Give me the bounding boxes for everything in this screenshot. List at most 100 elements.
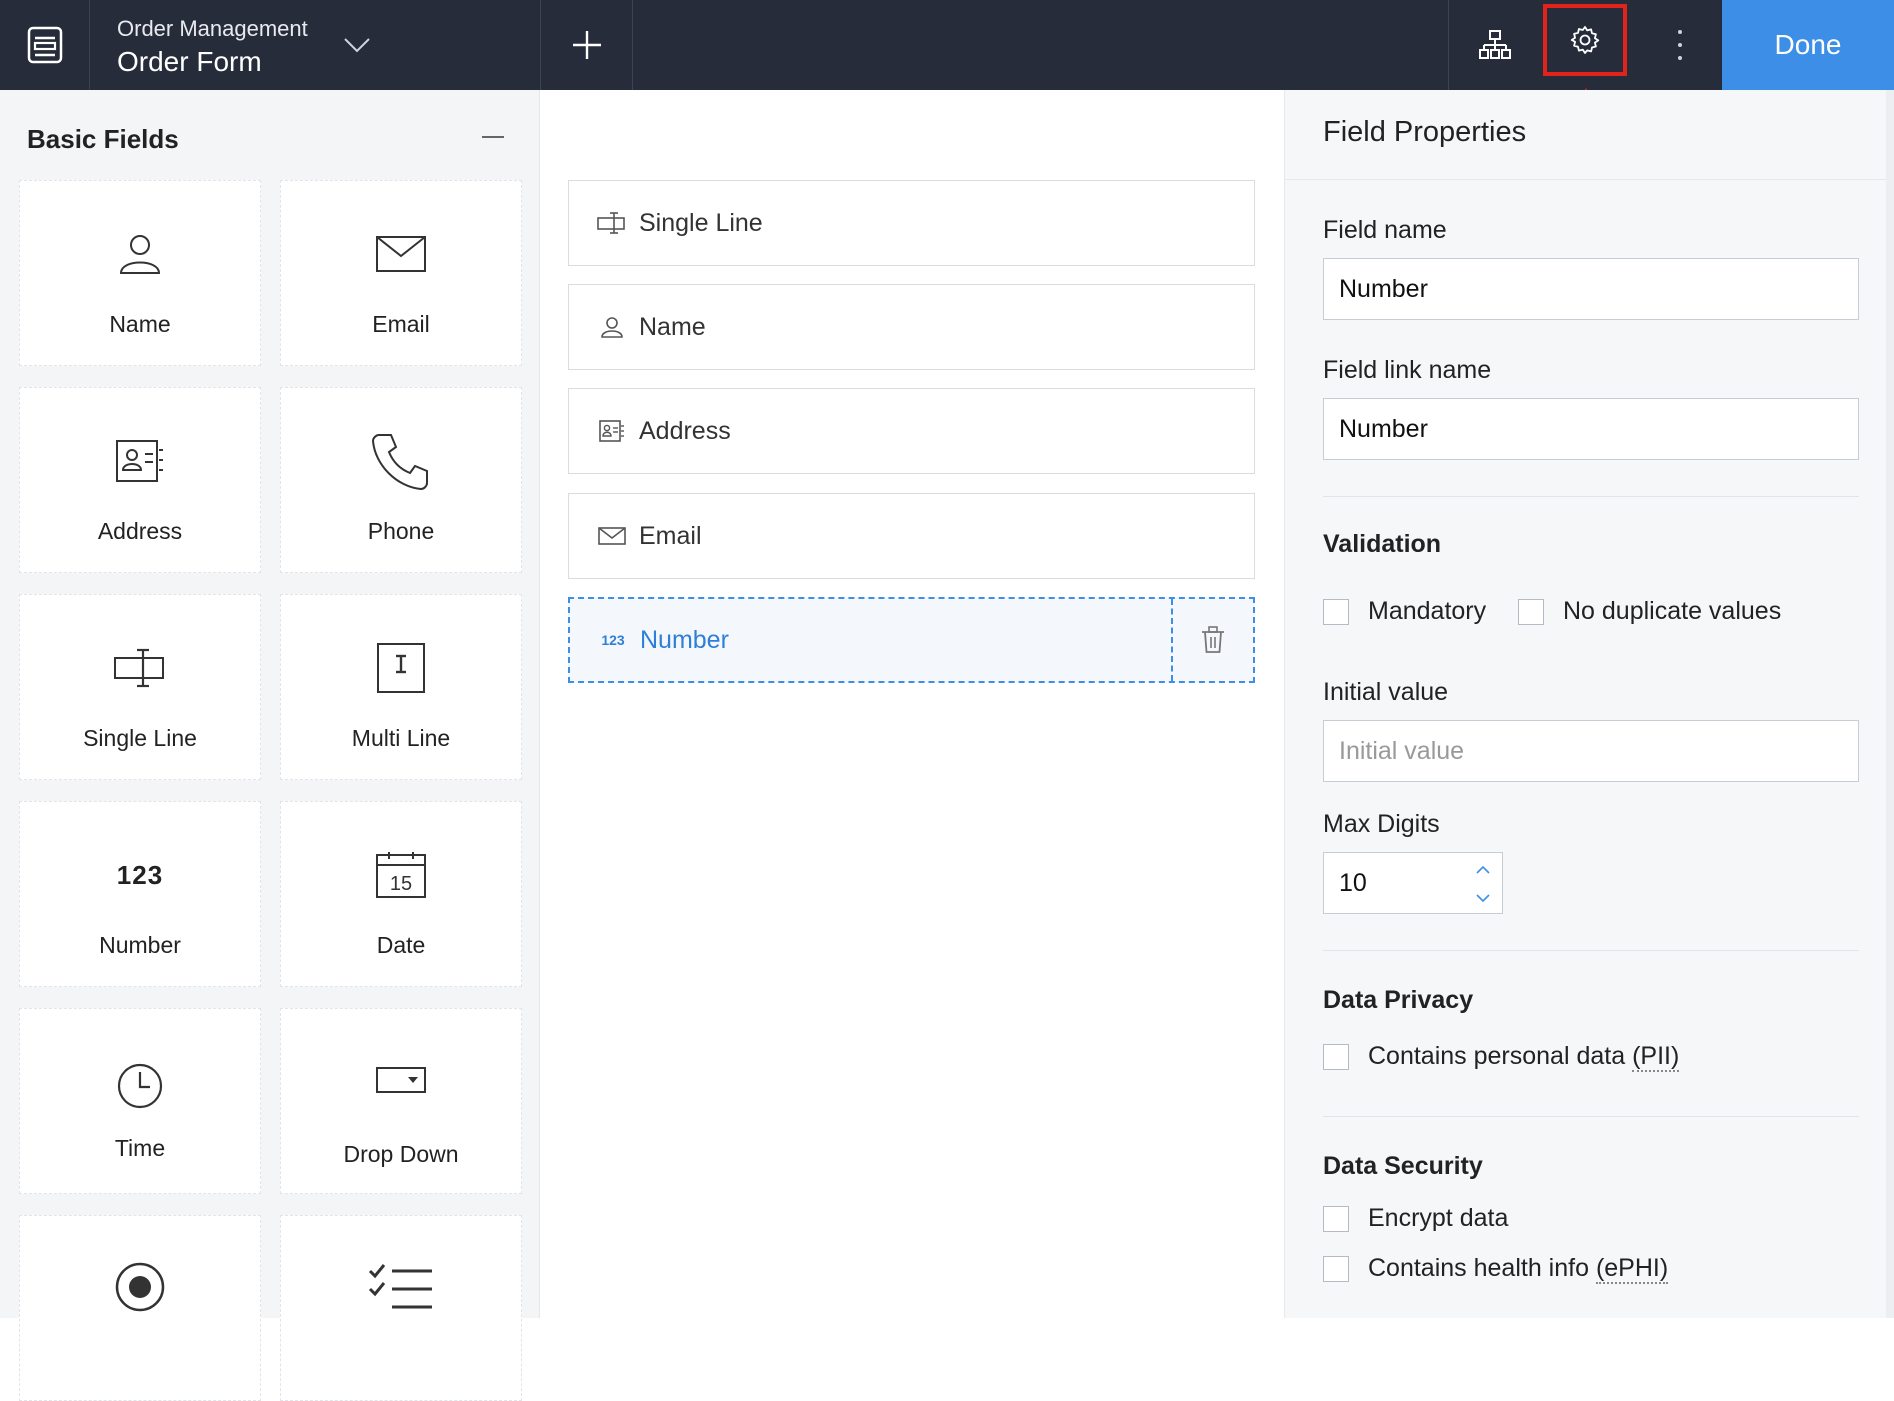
form-field-address[interactable]: Address <box>568 388 1255 474</box>
phone-icon <box>371 434 428 491</box>
tile-label: Address <box>97 518 183 544</box>
form-switcher-button[interactable] <box>338 26 376 64</box>
form-title-group[interactable]: Order Management Order Form <box>117 14 308 80</box>
trash-icon <box>1202 626 1224 653</box>
field-properties-panel: Field Properties Field name Field link n… <box>1284 90 1894 1318</box>
encrypt-data-label: Encrypt data <box>1368 1204 1509 1232</box>
initial-value-label: Initial value <box>1323 678 1449 706</box>
chevron-down-icon <box>344 38 370 53</box>
max-digits-label: Max Digits <box>1323 810 1440 838</box>
field-link-name-label: Field link name <box>1323 356 1492 384</box>
address-card-icon <box>116 440 163 482</box>
field-label: Number <box>640 625 729 654</box>
data-security-section-title: Data Security <box>1323 1152 1483 1180</box>
panel-title: Field Properties <box>1323 116 1527 148</box>
form-settings-button[interactable] <box>1543 4 1627 76</box>
multi-line-icon <box>377 643 425 693</box>
calendar-day: 15 <box>389 873 413 895</box>
max-digits-input[interactable] <box>1324 853 1464 913</box>
initial-value-input[interactable] <box>1323 720 1859 782</box>
health-info-label: Contains health info (ePHI) <box>1368 1254 1669 1284</box>
envelope-icon <box>598 527 626 545</box>
form-hierarchy-button[interactable] <box>1450 0 1540 90</box>
form-field-single-line[interactable]: Single Line <box>568 180 1255 266</box>
palette-tile-single-line[interactable]: Single Line <box>19 594 261 780</box>
add-form-button[interactable] <box>542 0 632 90</box>
palette-tile-email[interactable]: Email <box>280 180 522 366</box>
more-options-button[interactable] <box>1640 0 1720 90</box>
tile-label: Multi Line <box>351 725 451 751</box>
tile-label: Drop Down <box>343 1141 459 1167</box>
collapse-section-button[interactable] <box>482 136 504 138</box>
palette-tile-date[interactable]: 15 Date <box>280 801 522 987</box>
form-icon <box>27 26 62 64</box>
form-name: Order Form <box>117 46 262 77</box>
field-label: Single Line <box>639 208 763 237</box>
tile-label: Name <box>109 311 171 337</box>
data-privacy-section-title: Data Privacy <box>1323 986 1474 1014</box>
checklist-icon <box>368 1264 432 1309</box>
health-info-checkbox[interactable] <box>1323 1256 1349 1282</box>
form-field-number-selected[interactable]: 123 Number <box>568 597 1255 683</box>
tile-label: Phone <box>367 518 435 544</box>
palette-tile-phone[interactable]: Phone <box>280 387 522 573</box>
palette-tile-drop-down[interactable]: Drop Down <box>280 1008 522 1194</box>
max-digits-stepper[interactable] <box>1323 852 1503 914</box>
radio-icon <box>115 1262 165 1312</box>
done-button[interactable]: Done <box>1722 0 1894 90</box>
pii-abbreviation[interactable]: (PII) <box>1632 1042 1680 1072</box>
single-line-icon <box>597 212 625 234</box>
divider <box>632 0 633 90</box>
delete-field-button[interactable] <box>1171 599 1253 681</box>
tile-label: Number <box>99 932 181 958</box>
health-info-label-text: Contains health info <box>1368 1254 1589 1282</box>
pii-checkbox[interactable] <box>1323 1044 1349 1070</box>
ephi-abbreviation[interactable]: (ePHI) <box>1595 1254 1669 1284</box>
field-name-input[interactable] <box>1323 258 1859 320</box>
field-label: Name <box>639 312 706 341</box>
no-duplicate-label: No duplicate values <box>1563 597 1782 625</box>
palette-tile-number[interactable]: 123 Number <box>19 801 261 987</box>
clock-icon <box>117 1063 163 1109</box>
palette-tile-time[interactable]: Time <box>19 1008 261 1194</box>
person-icon <box>119 235 161 274</box>
single-line-icon <box>114 648 164 688</box>
number-icon: 123 <box>601 632 625 648</box>
hierarchy-icon <box>1479 30 1511 59</box>
gear-icon <box>1570 26 1600 54</box>
field-label: Email <box>639 521 702 550</box>
palette-tile-name[interactable]: Name <box>19 180 261 366</box>
validation-section-title: Validation <box>1323 530 1442 558</box>
tile-label: Single Line <box>83 725 197 751</box>
decrement-button[interactable] <box>1472 887 1494 909</box>
divider <box>1448 0 1449 90</box>
properties-scrollbar[interactable] <box>1886 90 1894 1318</box>
top-bar: Order Management Order Form Done <box>0 0 1894 90</box>
palette-tile-checklist[interactable] <box>280 1215 522 1401</box>
form-field-email[interactable]: Email <box>568 493 1255 579</box>
palette-tile-address[interactable]: Address <box>19 387 261 573</box>
dropdown-icon <box>376 1067 426 1093</box>
pii-label-text: Contains personal data <box>1368 1042 1626 1070</box>
plus-icon <box>573 31 601 59</box>
divider <box>1323 950 1859 951</box>
no-duplicate-checkbox[interactable] <box>1518 599 1544 625</box>
pii-label: Contains personal data (PII) <box>1368 1042 1680 1072</box>
palette-tile-radio[interactable] <box>19 1215 261 1401</box>
number-icon: 123 <box>116 859 164 890</box>
palette-section-title: Basic Fields <box>27 124 179 154</box>
divider <box>540 0 541 90</box>
panel-header: Field Properties <box>1285 90 1894 180</box>
field-palette: Basic Fields Name Email Address Phone Si… <box>0 90 540 1401</box>
palette-tile-multi-line[interactable]: Multi Line <box>280 594 522 780</box>
field-link-name-input[interactable] <box>1323 398 1859 460</box>
mandatory-checkbox[interactable] <box>1323 599 1349 625</box>
form-field-name[interactable]: Name <box>568 284 1255 370</box>
increment-button[interactable] <box>1472 859 1494 881</box>
envelope-icon <box>376 236 426 272</box>
more-vertical-icon <box>1678 30 1682 60</box>
address-card-icon <box>599 420 624 442</box>
encrypt-data-checkbox[interactable] <box>1323 1206 1349 1232</box>
person-icon <box>601 317 623 338</box>
app-menu-button[interactable] <box>0 0 90 90</box>
